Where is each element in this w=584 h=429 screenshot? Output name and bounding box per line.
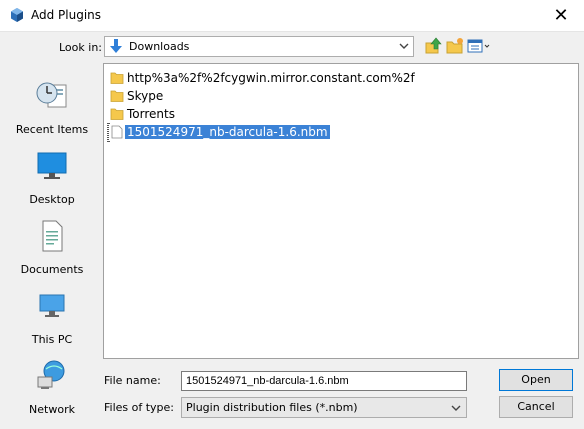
file-name-input[interactable] bbox=[181, 371, 467, 391]
file-name: http%3a%2f%2fcygwin.mirror.constant.com%… bbox=[127, 71, 415, 85]
look-in-label: Look in: bbox=[59, 41, 102, 54]
file-type-dropdown[interactable]: Plugin distribution files (*.nbm) bbox=[181, 397, 467, 418]
cancel-button[interactable]: Cancel bbox=[499, 396, 573, 418]
folder-icon bbox=[110, 108, 124, 120]
place-label: Documents bbox=[20, 263, 84, 276]
this-pc-icon bbox=[39, 294, 65, 317]
window-title: Add Plugins bbox=[31, 8, 102, 22]
documents-icon bbox=[42, 220, 63, 252]
place-recent-items[interactable]: Recent Items bbox=[0, 79, 104, 143]
close-icon: ✕ bbox=[553, 5, 569, 26]
new-folder-icon[interactable] bbox=[446, 37, 464, 55]
chevron-down-icon bbox=[451, 405, 461, 411]
place-label: Network bbox=[29, 403, 75, 416]
folder-icon bbox=[110, 90, 124, 102]
downloads-icon bbox=[110, 39, 122, 53]
place-network[interactable]: Network bbox=[0, 359, 104, 423]
file-type-value: Plugin distribution files (*.nbm) bbox=[186, 401, 358, 414]
open-button[interactable]: Open bbox=[499, 369, 573, 391]
place-label: Recent Items bbox=[15, 123, 89, 136]
netbeans-app-icon bbox=[11, 8, 23, 22]
file-icon bbox=[111, 125, 123, 139]
file-name: Torrents bbox=[127, 107, 175, 121]
chevron-down-icon bbox=[399, 43, 409, 49]
file-name-label: File name: bbox=[104, 374, 161, 387]
title-bar: Add Plugins ✕ bbox=[0, 0, 584, 32]
place-documents[interactable]: Documents bbox=[0, 219, 104, 283]
view-menu-icon[interactable] bbox=[467, 37, 491, 55]
file-list[interactable]: http%3a%2f%2fcygwin.mirror.constant.com%… bbox=[103, 63, 579, 359]
network-icon bbox=[37, 360, 65, 389]
close-button[interactable]: ✕ bbox=[538, 0, 584, 31]
look-in-value: Downloads bbox=[129, 40, 190, 53]
file-name: 1501524971_nb-darcula-1.6.nbm bbox=[125, 125, 330, 139]
look-in-dropdown[interactable]: Downloads bbox=[104, 36, 414, 57]
up-folder-icon[interactable] bbox=[425, 37, 443, 55]
desktop-icon bbox=[37, 152, 67, 179]
places-bar: Recent Items Desktop Documents This PC N… bbox=[0, 67, 104, 417]
recent-items-icon bbox=[36, 82, 67, 108]
file-type-label: Files of type: bbox=[104, 401, 175, 414]
place-this-pc[interactable]: This PC bbox=[0, 289, 104, 353]
place-desktop[interactable]: Desktop bbox=[0, 149, 104, 213]
place-label: This PC bbox=[31, 333, 73, 346]
file-name: Skype bbox=[127, 89, 164, 103]
place-label: Desktop bbox=[29, 193, 75, 206]
folder-icon bbox=[110, 72, 124, 84]
